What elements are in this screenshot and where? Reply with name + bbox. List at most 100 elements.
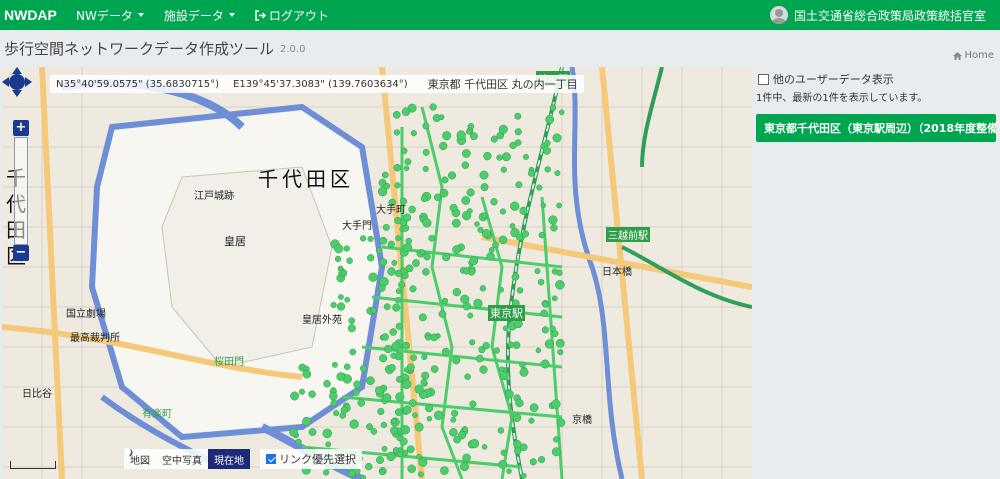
map-label-gaien: 皇居外苑 <box>302 315 342 326</box>
network-node <box>452 287 461 297</box>
link-priority-toggle[interactable]: リンク優先選択 <box>260 449 362 469</box>
menu-facility-data[interactable]: 施設データ <box>154 0 245 30</box>
zoom-out-button[interactable]: − <box>13 245 29 261</box>
network-node <box>538 456 546 464</box>
network-node <box>453 435 461 444</box>
network-node <box>556 418 566 427</box>
network-node <box>414 384 424 394</box>
network-node <box>336 372 346 381</box>
network-node <box>452 356 461 365</box>
network-node <box>549 325 556 332</box>
network-node <box>479 170 489 180</box>
network-node <box>535 347 542 354</box>
menu-nw-data[interactable]: NWデータ <box>66 0 154 30</box>
network-node <box>439 141 448 151</box>
network-node <box>544 166 551 173</box>
network-node <box>393 129 401 136</box>
network-node <box>429 103 437 111</box>
network-node <box>459 462 470 472</box>
current-location-label: 現在地 <box>214 455 244 467</box>
network-node <box>516 287 524 294</box>
map-canvas[interactable]: 千代田区 皇居 皇居外苑 東京駅 大手町 日本橋 京橋 有楽町 神田駅 大手門 … <box>2 67 752 479</box>
network-node <box>528 417 535 424</box>
network-node <box>461 426 468 432</box>
network-node <box>377 407 385 416</box>
user-menu[interactable]: 国土交通省総合政策局政策統括官室 <box>769 0 986 30</box>
network-node <box>462 453 471 463</box>
network-node <box>308 390 316 398</box>
version-label: 2.0.0 <box>280 44 306 55</box>
network-node <box>540 202 547 209</box>
other-users-checkbox[interactable] <box>758 73 769 85</box>
network-node <box>366 423 373 431</box>
network-node <box>483 151 492 161</box>
map-label-imperial-gate: 大手門 <box>342 221 372 232</box>
network-node <box>493 347 500 354</box>
network-node <box>323 379 331 388</box>
network-node <box>475 354 484 363</box>
network-node <box>334 255 342 263</box>
latitude-readout: N35°40'59.0575" (35.6830715°) <box>56 78 220 90</box>
link-priority-checkbox[interactable] <box>266 454 276 464</box>
chevron-down-icon <box>137 13 144 17</box>
network-node <box>421 353 428 361</box>
network-node <box>343 363 351 371</box>
network-node <box>486 252 495 261</box>
network-node <box>538 231 546 239</box>
network-node <box>346 257 353 264</box>
network-node <box>440 466 449 475</box>
network-node <box>405 264 414 273</box>
network-node <box>554 170 561 177</box>
network-node <box>473 298 483 309</box>
network-node <box>420 378 428 386</box>
network-node <box>379 258 388 266</box>
pan-control[interactable] <box>2 67 32 97</box>
network-node <box>408 205 416 214</box>
network-node <box>520 472 527 479</box>
network-node <box>544 339 555 349</box>
network-node <box>359 235 367 242</box>
zoom-slider[interactable] <box>14 137 28 245</box>
network-node <box>353 389 360 397</box>
network-node <box>410 130 417 137</box>
pan-left-icon <box>2 77 9 87</box>
network-node <box>481 212 488 219</box>
network-node <box>536 184 543 191</box>
network-node <box>442 131 452 141</box>
network-node <box>379 236 388 245</box>
network-node <box>347 324 356 333</box>
network-node <box>467 312 474 319</box>
network-node <box>330 399 338 407</box>
network-node <box>462 149 471 158</box>
zoom-in-button[interactable]: + <box>13 120 29 136</box>
network-node <box>452 245 461 254</box>
network-node <box>408 399 417 407</box>
network-node <box>349 419 359 429</box>
map-bottom-controls: 地図 空中写真 現在地 リンク優先選択 <box>124 448 362 470</box>
map-scale-bar <box>10 461 56 469</box>
network-node <box>368 272 378 282</box>
network-node <box>407 464 416 474</box>
network-node <box>340 406 348 414</box>
network-node <box>391 259 398 266</box>
brand-logo[interactable]: NWDAP <box>0 7 66 23</box>
aerial-photo-button[interactable]: 空中写真 <box>124 448 208 469</box>
network-node <box>395 297 402 304</box>
network-node <box>469 400 477 408</box>
list-item[interactable]: 東京都千代田区（東京駅周辺）（2018年度整備 <box>756 114 996 142</box>
network-node <box>423 252 431 261</box>
network-node <box>418 313 427 322</box>
network-node <box>542 146 551 155</box>
current-location-button[interactable]: 現在地 <box>124 448 250 469</box>
network-node <box>551 295 558 302</box>
logout-link[interactable]: ログアウト <box>245 0 339 30</box>
network-node <box>490 198 498 206</box>
other-users-toggle[interactable]: 他のユーザーデータ表示 <box>758 71 894 87</box>
network-node <box>394 182 401 189</box>
network-node <box>428 234 436 242</box>
network-node <box>557 349 564 356</box>
map-label-mitsukoshi: 三越前駅 <box>606 227 650 242</box>
breadcrumb-home[interactable]: Home <box>953 50 994 61</box>
network-node <box>387 240 395 248</box>
network-node <box>439 188 449 198</box>
